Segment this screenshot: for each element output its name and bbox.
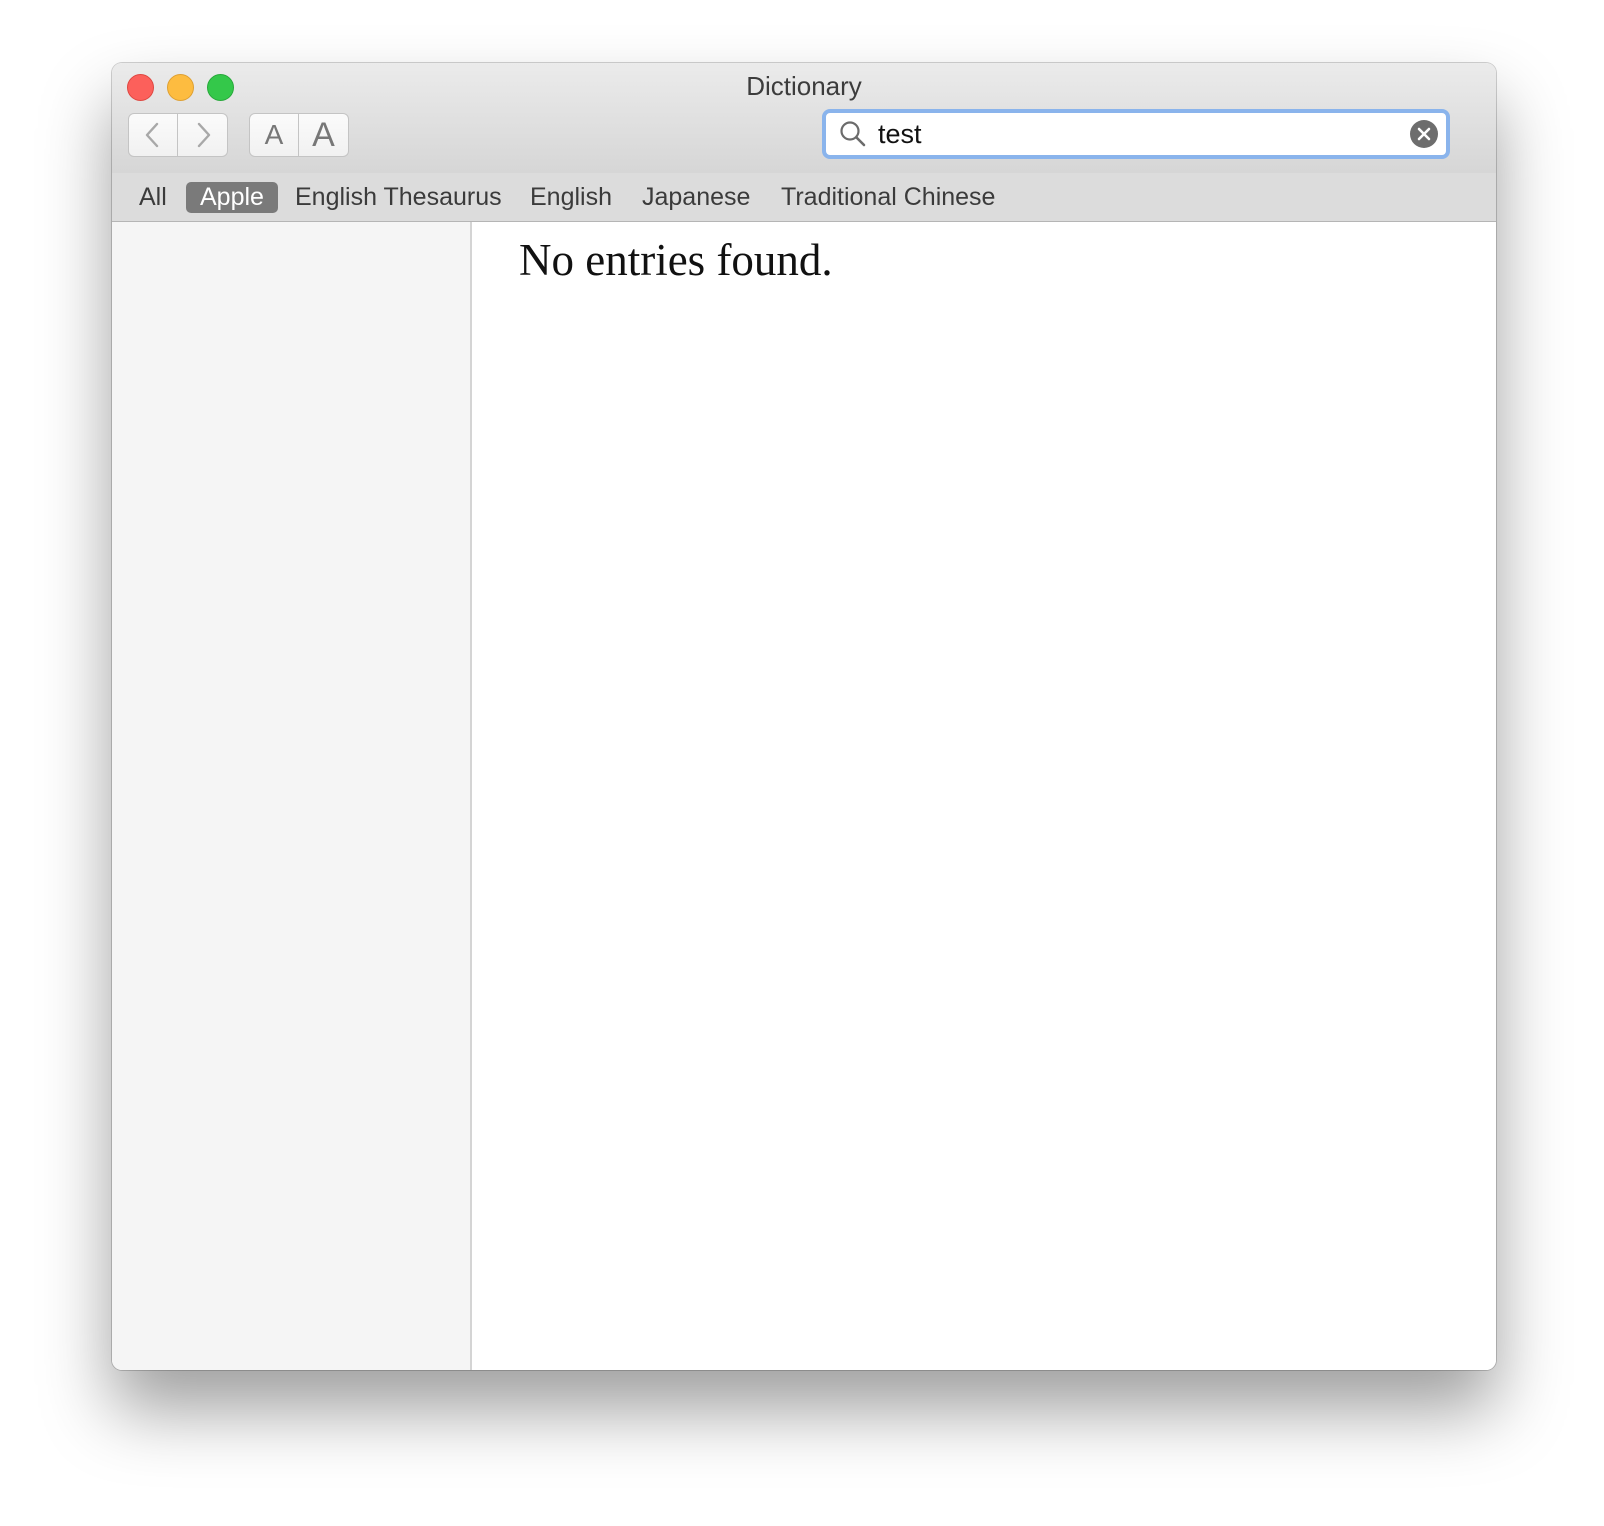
increase-font-size-button[interactable]: A bbox=[299, 113, 349, 157]
scope-japanese[interactable]: Japanese bbox=[642, 182, 750, 213]
window-title: Dictionary bbox=[746, 71, 862, 101]
magnifying-glass-icon bbox=[836, 117, 870, 151]
chevron-left-icon bbox=[145, 122, 159, 148]
dictionary-window: Dictionary A A test All Apple English Th… bbox=[112, 63, 1496, 1370]
chevron-right-icon bbox=[197, 122, 210, 148]
font-size-buttons: A A bbox=[249, 113, 349, 157]
forward-button[interactable] bbox=[178, 113, 228, 157]
title-bar: Dictionary A A bbox=[112, 63, 1496, 174]
search-input[interactable] bbox=[870, 118, 1410, 150]
scope-apple[interactable]: Apple bbox=[186, 182, 278, 213]
scope-all[interactable]: All bbox=[139, 182, 167, 213]
dictionary-scope-bar: All Apple English Thesaurus English Japa… bbox=[112, 173, 1496, 222]
scope-english-thesaurus[interactable]: English Thesaurus bbox=[295, 182, 502, 213]
clear-search-icon[interactable] bbox=[1410, 120, 1438, 148]
results-sidebar[interactable] bbox=[112, 222, 472, 1370]
search-field[interactable] bbox=[822, 109, 1450, 159]
no-entries-message: No entries found. bbox=[519, 235, 833, 285]
definition-pane: No entries found. bbox=[472, 222, 1496, 1370]
back-button[interactable] bbox=[128, 113, 178, 157]
decrease-font-size-button[interactable]: A bbox=[249, 113, 299, 157]
navigation-buttons bbox=[128, 113, 228, 157]
scope-english[interactable]: English bbox=[530, 182, 612, 213]
scope-traditional-chinese[interactable]: Traditional Chinese bbox=[781, 182, 995, 213]
